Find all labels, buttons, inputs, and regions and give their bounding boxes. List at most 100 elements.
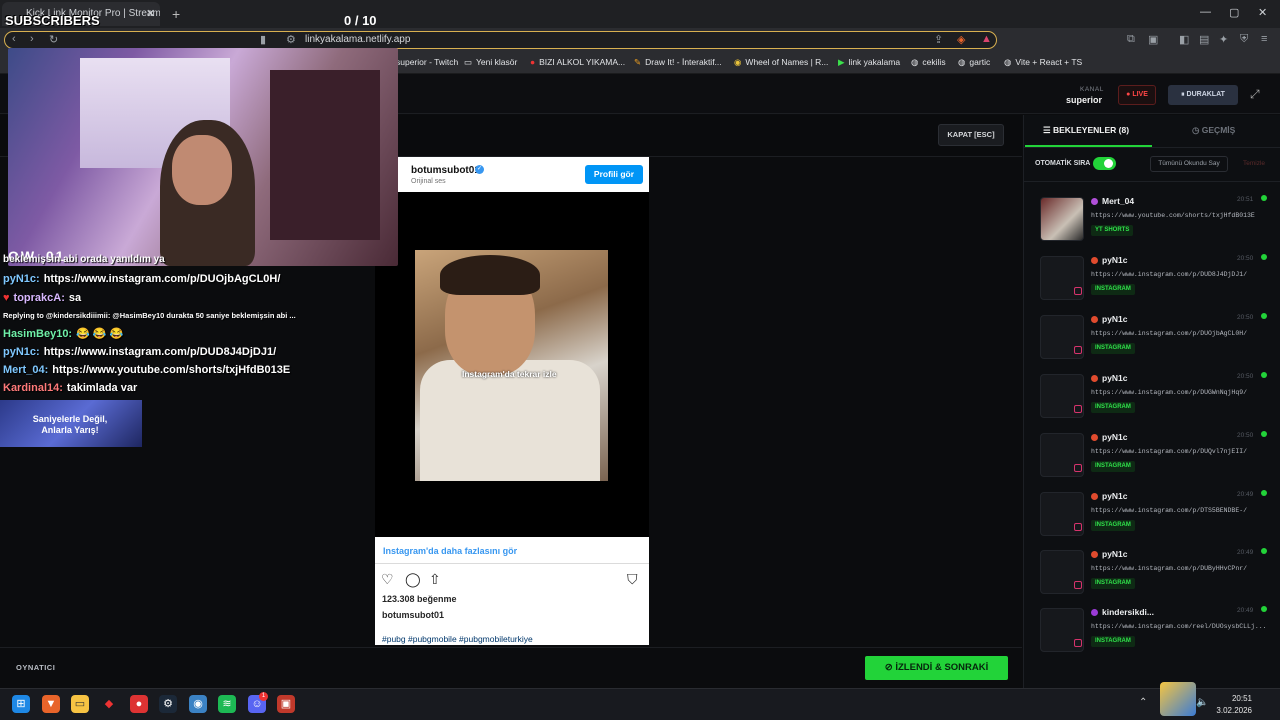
notification-badge: 1 bbox=[259, 692, 268, 701]
queue-url[interactable]: https://www.instagram.com/p/DTS5BENDBE-/ bbox=[1091, 507, 1271, 514]
user-avatar bbox=[1091, 434, 1098, 441]
status-dot bbox=[1261, 313, 1267, 319]
video-thumbnail bbox=[1040, 197, 1084, 241]
queue-url[interactable]: https://www.instagram.com/p/DUQvl7njEII/ bbox=[1091, 448, 1271, 455]
view-profile-button[interactable]: Profili gör bbox=[585, 165, 643, 184]
bookmark-item[interactable]: ◍ cekilis bbox=[911, 57, 946, 68]
hashtags[interactable]: #pubg #pubgmobile #pubgmobileturkiye bbox=[382, 634, 533, 644]
watched-next-button[interactable]: ⊘ İZLENDİ & SONRAKİ bbox=[865, 656, 1008, 680]
brave-rewards-icon[interactable]: ▲ bbox=[981, 33, 992, 45]
platform-badge: INSTAGRAM bbox=[1091, 578, 1135, 589]
maps-icon[interactable]: ◆ bbox=[100, 695, 118, 713]
mark-all-read-button[interactable]: Tümünü Okundu Say bbox=[1150, 156, 1228, 172]
queue-url[interactable]: https://www.youtube.com/shorts/txjHfdB01… bbox=[1091, 212, 1271, 219]
bookmark-item[interactable]: ▶ link yakalama bbox=[838, 57, 900, 68]
verified-icon: ✓ bbox=[475, 165, 484, 174]
reload-icon[interactable]: ↻ bbox=[49, 33, 58, 46]
url-box[interactable] bbox=[4, 31, 997, 49]
bookmark-item[interactable]: ▭ Yeni klasör bbox=[464, 57, 517, 68]
clock-date: 3.02.2026 bbox=[1216, 706, 1252, 715]
tab-history[interactable]: ◷ GEÇMİŞ bbox=[1192, 125, 1235, 136]
leo-icon[interactable]: ✦ bbox=[1219, 33, 1228, 46]
queue-item[interactable]: pyN1c 20:49 https://www.instagram.com/p/… bbox=[1033, 490, 1273, 542]
queue-url[interactable]: https://www.instagram.com/reel/DUOsysbCL… bbox=[1091, 623, 1271, 630]
wallet-icon[interactable]: ▤ bbox=[1199, 33, 1209, 46]
app-icon[interactable]: ▣ bbox=[277, 695, 295, 713]
extensions-icon[interactable]: ⧉ bbox=[1127, 33, 1135, 46]
instagram-audio[interactable]: Orijinal ses bbox=[411, 178, 446, 185]
forward-icon[interactable]: › bbox=[30, 33, 34, 45]
queue-url[interactable]: https://www.instagram.com/p/DUD8J4DjDJ1/ bbox=[1091, 271, 1271, 278]
post-owner[interactable]: botumsubot01 bbox=[382, 610, 444, 620]
bookmark-item[interactable]: superior - Twitch bbox=[396, 57, 458, 67]
bookmark-item[interactable]: ◍ gartic bbox=[958, 57, 990, 68]
windows-start-icon[interactable]: ⊞ bbox=[12, 695, 30, 713]
new-tab-icon[interactable]: + bbox=[172, 6, 180, 22]
replay-text[interactable]: Instagram'da tekrar izle bbox=[462, 369, 557, 379]
bookmark-item[interactable]: ◉ Wheel of Names | R... bbox=[734, 57, 828, 68]
app-icon[interactable]: ● bbox=[130, 695, 148, 713]
tab-waiting[interactable]: ☰ BEKLEYENLER (8) bbox=[1043, 125, 1129, 136]
queue-url[interactable]: https://www.instagram.com/p/DUByHHvCPnr/ bbox=[1091, 565, 1271, 572]
sidebar-icon[interactable]: ◧ bbox=[1179, 33, 1189, 46]
back-icon[interactable]: ‹ bbox=[12, 33, 16, 45]
tray-chevron-icon[interactable]: ⌃ bbox=[1139, 697, 1147, 708]
queue-item[interactable]: Mert_04 20:51 https://www.youtube.com/sh… bbox=[1033, 195, 1273, 247]
menu-icon[interactable]: ≡ bbox=[1261, 33, 1267, 45]
file-explorer-icon[interactable]: ▭ bbox=[71, 695, 89, 713]
status-dot bbox=[1261, 372, 1267, 378]
more-on-instagram-link[interactable]: Instagram'da daha fazlasını gör bbox=[383, 546, 517, 556]
queue-time: 20:49 bbox=[1237, 491, 1254, 498]
popout-icon[interactable]: ⤢ bbox=[1250, 87, 1260, 102]
queue-url[interactable]: https://www.instagram.com/p/DUGWnNqjHq9/ bbox=[1091, 389, 1271, 396]
save-icon[interactable]: ⛉ bbox=[627, 571, 638, 588]
steam-icon[interactable]: ⚙ bbox=[159, 695, 177, 713]
queue-item[interactable]: pyN1c 20:50 https://www.instagram.com/p/… bbox=[1033, 254, 1273, 306]
pause-button[interactable]: ⏸ DURAKLAT bbox=[1168, 85, 1238, 105]
queue-user: pyN1c bbox=[1102, 373, 1128, 383]
chat-message: ♥ toprakcA: sa bbox=[3, 292, 82, 304]
queue-user: pyN1c bbox=[1102, 432, 1128, 442]
live-button[interactable]: ● LIVE bbox=[1118, 85, 1156, 105]
queue-time: 20:49 bbox=[1237, 607, 1254, 614]
app-icon[interactable]: ◉ bbox=[189, 695, 207, 713]
clear-button[interactable]: Temizle bbox=[1234, 156, 1274, 172]
queue-item[interactable]: pyN1c 20:50 https://www.instagram.com/p/… bbox=[1033, 372, 1273, 424]
close-window-icon[interactable]: ✕ bbox=[1258, 6, 1267, 19]
queue-user: kindersikdi... bbox=[1102, 607, 1154, 617]
bookmark-page-icon[interactable]: ▮ bbox=[260, 33, 266, 46]
heart-icon[interactable]: ♡ bbox=[381, 571, 394, 588]
status-dot bbox=[1261, 195, 1267, 201]
share-icon[interactable]: ⇪ bbox=[934, 33, 943, 46]
globe-icon: ◍ bbox=[958, 57, 966, 67]
volume-icon[interactable]: 🔈 bbox=[1196, 697, 1208, 708]
bookmark-item[interactable]: ● BIZI ALKOL YIKAMA... bbox=[530, 57, 625, 67]
queue-item[interactable]: pyN1c 20:49 https://www.instagram.com/p/… bbox=[1033, 548, 1273, 600]
queue-item[interactable]: pyN1c 20:50 https://www.instagram.com/p/… bbox=[1033, 313, 1273, 365]
queue-item[interactable]: kindersikdi... 20:49 https://www.instagr… bbox=[1033, 606, 1273, 658]
clock-time: 20:51 bbox=[1231, 694, 1252, 703]
maximize-icon[interactable]: ▢ bbox=[1229, 6, 1239, 19]
minimize-icon[interactable]: — bbox=[1200, 6, 1211, 18]
brave-shield-icon[interactable]: ◈ bbox=[957, 33, 965, 46]
platform-badge: INSTAGRAM bbox=[1091, 284, 1135, 295]
close-tab-icon[interactable]: ✕ bbox=[146, 7, 155, 20]
webcam-scene bbox=[172, 135, 232, 205]
vpn-icon[interactable]: ⛨ bbox=[1240, 33, 1248, 46]
spotify-icon[interactable]: ≋ bbox=[218, 695, 236, 713]
instagram-username[interactable]: botumsubot01 bbox=[411, 165, 480, 176]
bookmark-item[interactable]: ✎ Draw It! - İnteraktif... bbox=[634, 57, 722, 68]
site-info-icon[interactable]: ⚙ bbox=[286, 33, 296, 46]
tab-search-icon[interactable]: ▣ bbox=[1148, 33, 1158, 46]
queue-item[interactable]: pyN1c 20:50 https://www.instagram.com/p/… bbox=[1033, 431, 1273, 483]
bookmark-item[interactable]: ◍ Vite + React + TS bbox=[1004, 57, 1082, 68]
platform-badge: INSTAGRAM bbox=[1091, 461, 1135, 472]
queue-url[interactable]: https://www.instagram.com/p/DUOjbAgCL0H/ bbox=[1091, 330, 1271, 337]
comment-icon[interactable]: ◯ bbox=[405, 571, 421, 588]
status-dot bbox=[1261, 548, 1267, 554]
close-button[interactable]: KAPAT [ESC] bbox=[938, 124, 1004, 146]
share-icon[interactable]: ⇧ bbox=[429, 571, 441, 588]
subscribers-label: SUBSCRIBERS bbox=[5, 13, 100, 28]
chat-message: pyN1c: https://www.instagram.com/p/DUOjbA… bbox=[3, 273, 281, 285]
brave-icon[interactable]: ▼ bbox=[42, 695, 60, 713]
